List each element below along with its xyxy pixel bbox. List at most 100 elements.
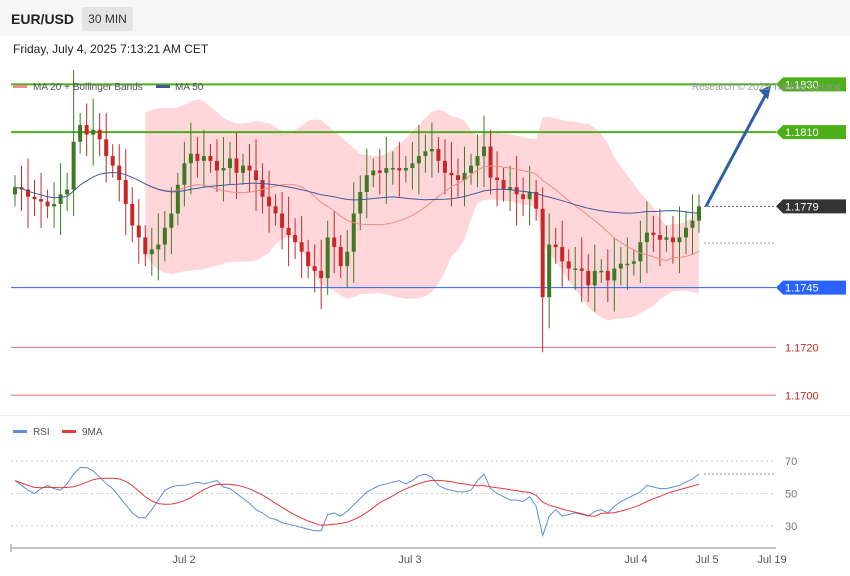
candle-body: [136, 225, 141, 238]
candle-body: [371, 170, 376, 176]
price-chart: 1.18301.18101.17791.17451.17201.1700MA 2…: [0, 70, 850, 576]
candle-body: [91, 129, 96, 135]
candle-body: [403, 168, 408, 171]
candle-body: [423, 151, 428, 157]
candle-body: [52, 203, 57, 207]
candle-body: [670, 237, 675, 243]
x-tick-label: Jul 2: [172, 554, 195, 566]
candle-body: [436, 148, 441, 161]
candle-body: [338, 246, 343, 267]
candle-body: [97, 129, 102, 140]
rsi-tick-label: 50: [785, 489, 797, 501]
candle-body: [71, 141, 76, 190]
rsi-tick-label: 70: [785, 456, 797, 468]
legend-swatch-ma50: [156, 85, 170, 88]
candle-body: [267, 196, 272, 207]
rsi-tick-label: 30: [785, 521, 797, 533]
candle-body: [156, 244, 161, 250]
legend-label-ma50: MA 50: [175, 82, 204, 93]
x-tick-label: Jul 3: [398, 554, 421, 566]
level-label: 1.1720: [785, 342, 819, 354]
candle-body: [149, 249, 154, 255]
candle-body: [631, 261, 636, 264]
x-tick-label: Jul 19: [757, 554, 786, 566]
candle-body: [45, 201, 50, 207]
candle-body: [527, 191, 532, 200]
projection-arrow: [704, 91, 769, 208]
candle-body: [260, 180, 265, 197]
candle-body: [195, 153, 200, 161]
candle-body: [293, 235, 298, 243]
candle-body: [123, 180, 128, 204]
legend-swatch-9ma: [62, 430, 76, 433]
chart-widget: EUR/USD 30 MIN Friday, July 4, 2025 7:13…: [0, 0, 850, 576]
candle-body: [390, 168, 395, 170]
candle-body: [312, 266, 317, 271]
candle-body: [299, 242, 304, 252]
candle-body: [612, 268, 617, 281]
candle-body: [32, 196, 37, 200]
candle-body: [241, 165, 245, 173]
candle-body: [143, 237, 148, 255]
candle-body: [644, 232, 649, 243]
candle-body: [683, 227, 688, 238]
candle-body: [651, 232, 656, 236]
credit-text: Research © 2025 Trading Central: [692, 82, 841, 93]
candle-body: [553, 244, 558, 247]
candle-body: [690, 220, 695, 228]
candle-body: [65, 189, 70, 195]
candle-body: [429, 148, 434, 152]
candle-body: [221, 168, 226, 171]
candle-body: [573, 268, 578, 271]
legend-label-rsi: RSI: [33, 427, 50, 438]
candle-body: [410, 163, 415, 169]
candle-body: [273, 206, 278, 214]
candle-body: [384, 168, 389, 173]
candle-body: [397, 168, 402, 171]
candle-body: [208, 156, 213, 161]
candle-body: [39, 199, 44, 202]
candle-body: [605, 270, 610, 281]
level-label: 1.1779: [785, 201, 819, 213]
x-tick-label: Jul 5: [695, 554, 718, 566]
candle-body: [579, 268, 584, 271]
candle-body: [325, 237, 330, 279]
candle-body: [84, 125, 89, 135]
candle-body: [625, 263, 630, 266]
candle-body: [455, 175, 460, 181]
candle-body: [475, 156, 480, 166]
candle-body: [677, 237, 682, 243]
candle-body: [110, 156, 115, 166]
candle-body: [586, 270, 591, 286]
x-tick-label: Jul 4: [624, 554, 647, 566]
level-label: 1.1745: [785, 283, 819, 295]
candle-body: [254, 170, 259, 181]
candle-body: [227, 158, 232, 169]
candle-body: [162, 227, 167, 245]
candle-body: [377, 170, 382, 173]
candle-body: [175, 184, 180, 214]
level-label: 1.1810: [785, 127, 819, 139]
candle-body: [319, 270, 324, 279]
legend-swatch-ma20: [13, 85, 27, 88]
level-label: 1.1700: [785, 390, 819, 402]
candle-body: [566, 261, 571, 269]
candle-body: [345, 251, 350, 267]
candle-body: [306, 251, 311, 267]
candle-body: [560, 246, 565, 262]
candle-body: [657, 235, 662, 240]
candle-body: [521, 194, 526, 200]
candle-body: [495, 177, 500, 181]
candle-body: [364, 175, 369, 192]
candle-body: [501, 180, 506, 190]
candle-body: [280, 213, 285, 228]
candle-body: [13, 187, 17, 195]
candle-body: [58, 194, 63, 204]
candle-body: [182, 163, 187, 185]
candle-body: [488, 146, 493, 178]
candle-body: [416, 156, 421, 164]
candle-body: [638, 242, 643, 262]
legend-swatch-rsi: [13, 430, 27, 433]
candle-body: [169, 213, 174, 228]
candle-body: [286, 227, 291, 236]
